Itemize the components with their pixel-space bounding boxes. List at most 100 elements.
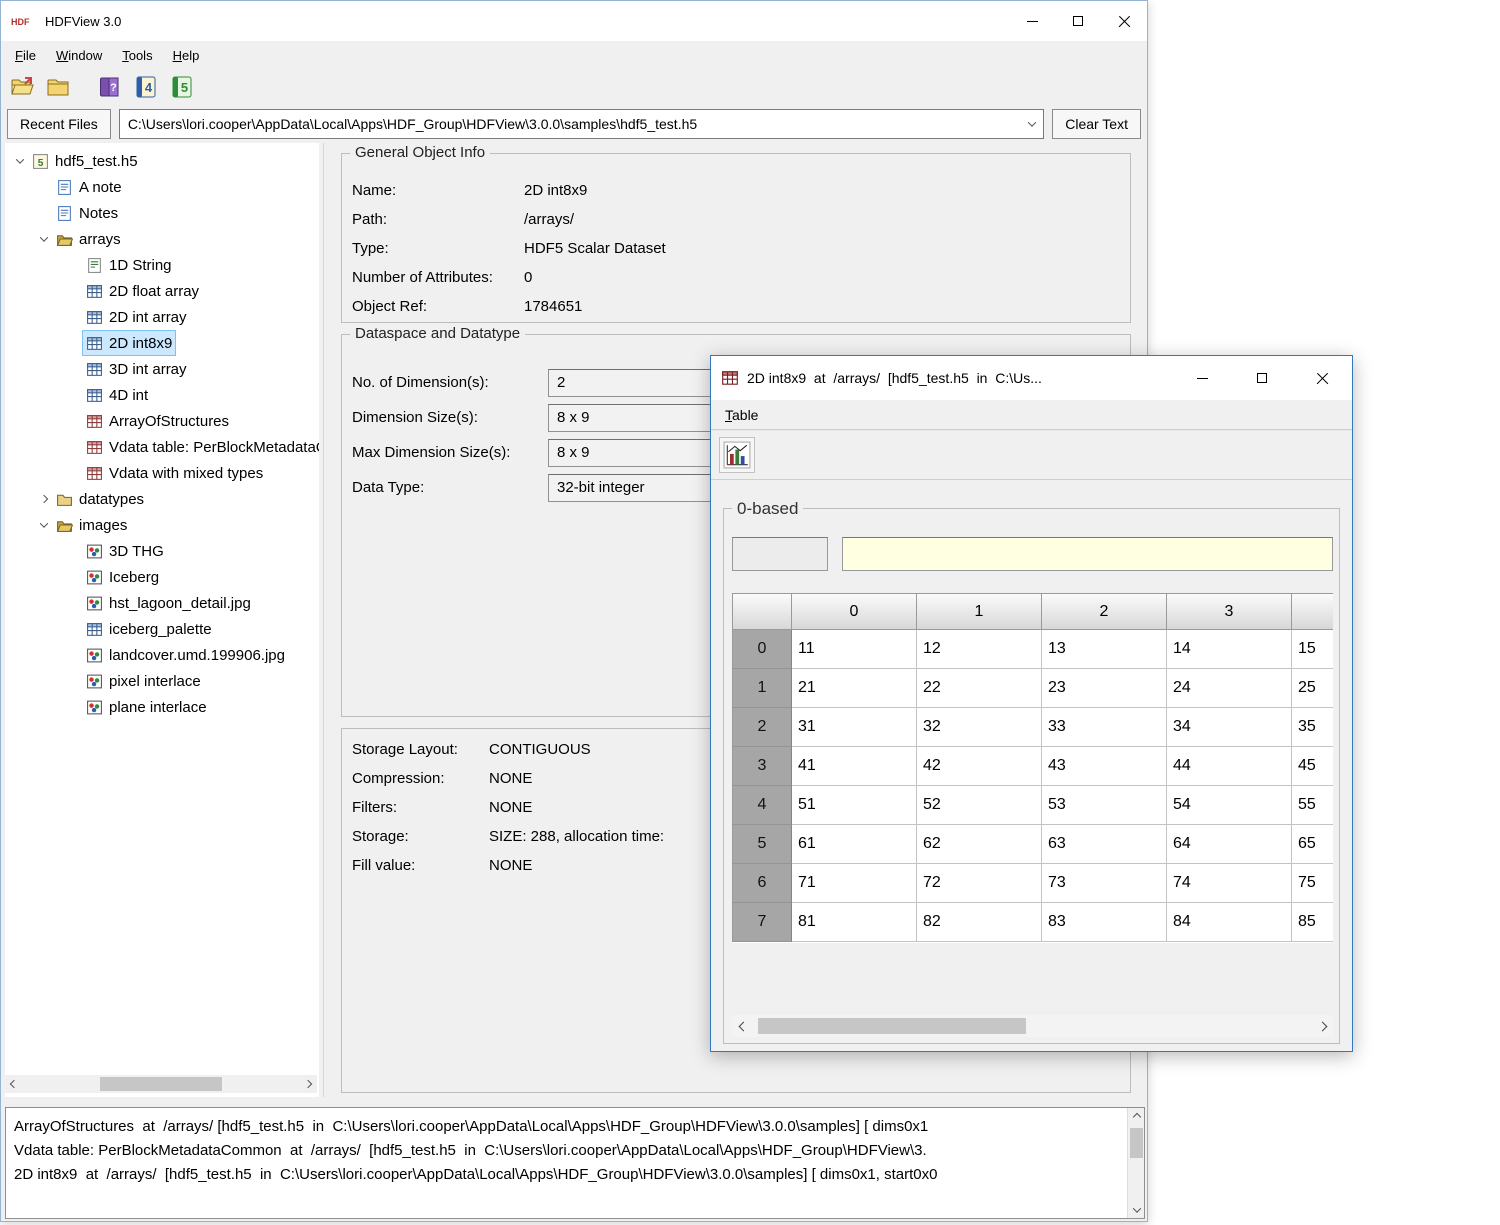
tree-item-3d-thg[interactable]: 3D THG (5, 538, 319, 564)
table-cell-4-3[interactable]: 54 (1167, 786, 1292, 825)
scroll-up-icon[interactable] (1128, 1108, 1145, 1125)
table-cell-5-2[interactable]: 63 (1042, 825, 1167, 864)
expand-arrow-icon[interactable] (35, 490, 53, 508)
table-cell-4-1[interactable]: 52 (917, 786, 1042, 825)
row-header-7[interactable]: 7 (732, 903, 792, 942)
table-cell-3-0[interactable]: 41 (792, 747, 917, 786)
row-header-3[interactable]: 3 (732, 747, 792, 786)
table-cell-2-4[interactable]: 35 (1292, 708, 1333, 747)
table-cell-5-1[interactable]: 62 (917, 825, 1042, 864)
table-cell-6-3[interactable]: 74 (1167, 864, 1292, 903)
hdf4-button[interactable]: 4 (131, 72, 161, 102)
table-cell-2-3[interactable]: 34 (1167, 708, 1292, 747)
table-close-button[interactable] (1292, 356, 1352, 400)
tree-item-iceberg-palette[interactable]: iceberg_palette (5, 616, 319, 642)
table-cell-7-3[interactable]: 84 (1167, 903, 1292, 942)
table-cell-4-4[interactable]: 55 (1292, 786, 1333, 825)
table-cell-0-0[interactable]: 11 (792, 630, 917, 669)
combo-dropdown-icon[interactable] (1021, 110, 1043, 138)
tree-scrollbar-thumb[interactable] (100, 1077, 222, 1091)
table-cell-6-1[interactable]: 72 (917, 864, 1042, 903)
scroll-right-icon[interactable] (299, 1075, 317, 1093)
file-path-combobox[interactable]: C:\Users\lori.cooper\AppData\Local\Apps\… (119, 109, 1044, 139)
menu-file[interactable]: File (5, 44, 46, 67)
help-book-button[interactable]: ? (95, 72, 125, 102)
tree-item-vdata-table-perblockmetadatacommon[interactable]: Vdata table: PerBlockMetadataCommon (5, 434, 319, 460)
recent-files-button[interactable]: Recent Files (7, 109, 111, 139)
tree-item-iceberg[interactable]: Iceberg (5, 564, 319, 590)
column-header-0[interactable]: 0 (792, 593, 917, 630)
row-header-6[interactable]: 6 (732, 864, 792, 903)
table-cell-4-0[interactable]: 51 (792, 786, 917, 825)
table-cell-2-2[interactable]: 33 (1042, 708, 1167, 747)
tree-item-hst-lagoon-detail-jpg[interactable]: hst_lagoon_detail.jpg (5, 590, 319, 616)
table-cell-2-0[interactable]: 31 (792, 708, 917, 747)
column-header-3[interactable]: 3 (1167, 593, 1292, 630)
tree-item-landcover-umd-199906-jpg[interactable]: landcover.umd.199906.jpg (5, 642, 319, 668)
row-header-2[interactable]: 2 (732, 708, 792, 747)
minimize-button[interactable] (1009, 1, 1055, 41)
row-header-0[interactable]: 0 (732, 630, 792, 669)
tree-item-hdf5-test-h5[interactable]: 5hdf5_test.h5 (5, 148, 319, 174)
clear-text-button[interactable]: Clear Text (1052, 109, 1141, 139)
collapse-arrow-icon[interactable] (35, 516, 53, 534)
tree-item-images[interactable]: images (5, 512, 319, 538)
table-cell-5-0[interactable]: 61 (792, 825, 917, 864)
table-cell-6-0[interactable]: 71 (792, 864, 917, 903)
tree-item-3d-int-array[interactable]: 3D int array (5, 356, 319, 382)
table-cell-1-1[interactable]: 22 (917, 669, 1042, 708)
table-cell-0-1[interactable]: 12 (917, 630, 1042, 669)
table-corner-cell[interactable] (732, 593, 792, 630)
table-cell-6-4[interactable]: 75 (1292, 864, 1333, 903)
tree-item-vdata-with-mixed-types[interactable]: Vdata with mixed types (5, 460, 319, 486)
table-cell-7-2[interactable]: 83 (1042, 903, 1167, 942)
table-cell-3-2[interactable]: 43 (1042, 747, 1167, 786)
hdf5-button[interactable]: 5 (167, 72, 197, 102)
tree-item-1d-string[interactable]: 1D String (5, 252, 319, 278)
table-maximize-button[interactable] (1232, 356, 1292, 400)
table-cell-1-4[interactable]: 25 (1292, 669, 1333, 708)
main-titlebar[interactable]: HDF HDFView 3.0 (1, 1, 1147, 41)
collapse-arrow-icon[interactable] (35, 230, 53, 248)
column-header-1[interactable]: 1 (917, 593, 1042, 630)
collapse-arrow-icon[interactable] (11, 152, 29, 170)
table-cell-1-0[interactable]: 21 (792, 669, 917, 708)
table-scroll-right-icon[interactable] (1311, 1015, 1333, 1037)
tree-item-pixel-interlace[interactable]: pixel interlace (5, 668, 319, 694)
table-cell-2-1[interactable]: 32 (917, 708, 1042, 747)
tree-horizontal-scrollbar[interactable] (5, 1075, 317, 1093)
table-cell-7-4[interactable]: 85 (1292, 903, 1333, 942)
tree-item-arrayofstructures[interactable]: ArrayOfStructures (5, 408, 319, 434)
table-cell-3-1[interactable]: 42 (917, 747, 1042, 786)
log-vertical-scrollbar[interactable] (1127, 1108, 1144, 1218)
tree-item-a-note[interactable]: A note (5, 174, 319, 200)
row-header-1[interactable]: 1 (732, 669, 792, 708)
table-cell-3-4[interactable]: 45 (1292, 747, 1333, 786)
table-cell-0-2[interactable]: 13 (1042, 630, 1167, 669)
menu-table[interactable]: Table (715, 403, 768, 427)
panel-divider[interactable] (323, 143, 324, 1097)
table-cell-7-0[interactable]: 81 (792, 903, 917, 942)
table-cell-0-3[interactable]: 14 (1167, 630, 1292, 669)
table-cell-3-3[interactable]: 44 (1167, 747, 1292, 786)
column-header-4[interactable] (1292, 593, 1333, 630)
table-cell-6-2[interactable]: 73 (1042, 864, 1167, 903)
table-cell-0-4[interactable]: 15 (1292, 630, 1333, 669)
cell-reference-input[interactable] (732, 537, 828, 571)
tree-item-2d-int8x9[interactable]: 2D int8x9 (5, 330, 319, 356)
cell-value-input[interactable] (842, 537, 1333, 571)
close-file-button[interactable] (43, 72, 73, 102)
tree-item-plane-interlace[interactable]: plane interlace (5, 694, 319, 720)
table-cell-1-2[interactable]: 23 (1042, 669, 1167, 708)
tree-item-datatypes[interactable]: datatypes (5, 486, 319, 512)
table-cell-7-1[interactable]: 82 (917, 903, 1042, 942)
tree-item-4d-int[interactable]: 4D int (5, 382, 319, 408)
tree-item-notes[interactable]: Notes (5, 200, 319, 226)
table-minimize-button[interactable] (1172, 356, 1232, 400)
menu-window[interactable]: Window (46, 44, 112, 67)
table-horizontal-scrollbar[interactable] (732, 1015, 1333, 1037)
open-file-button[interactable] (7, 72, 37, 102)
table-cell-5-4[interactable]: 65 (1292, 825, 1333, 864)
row-header-5[interactable]: 5 (732, 825, 792, 864)
maximize-button[interactable] (1055, 1, 1101, 41)
